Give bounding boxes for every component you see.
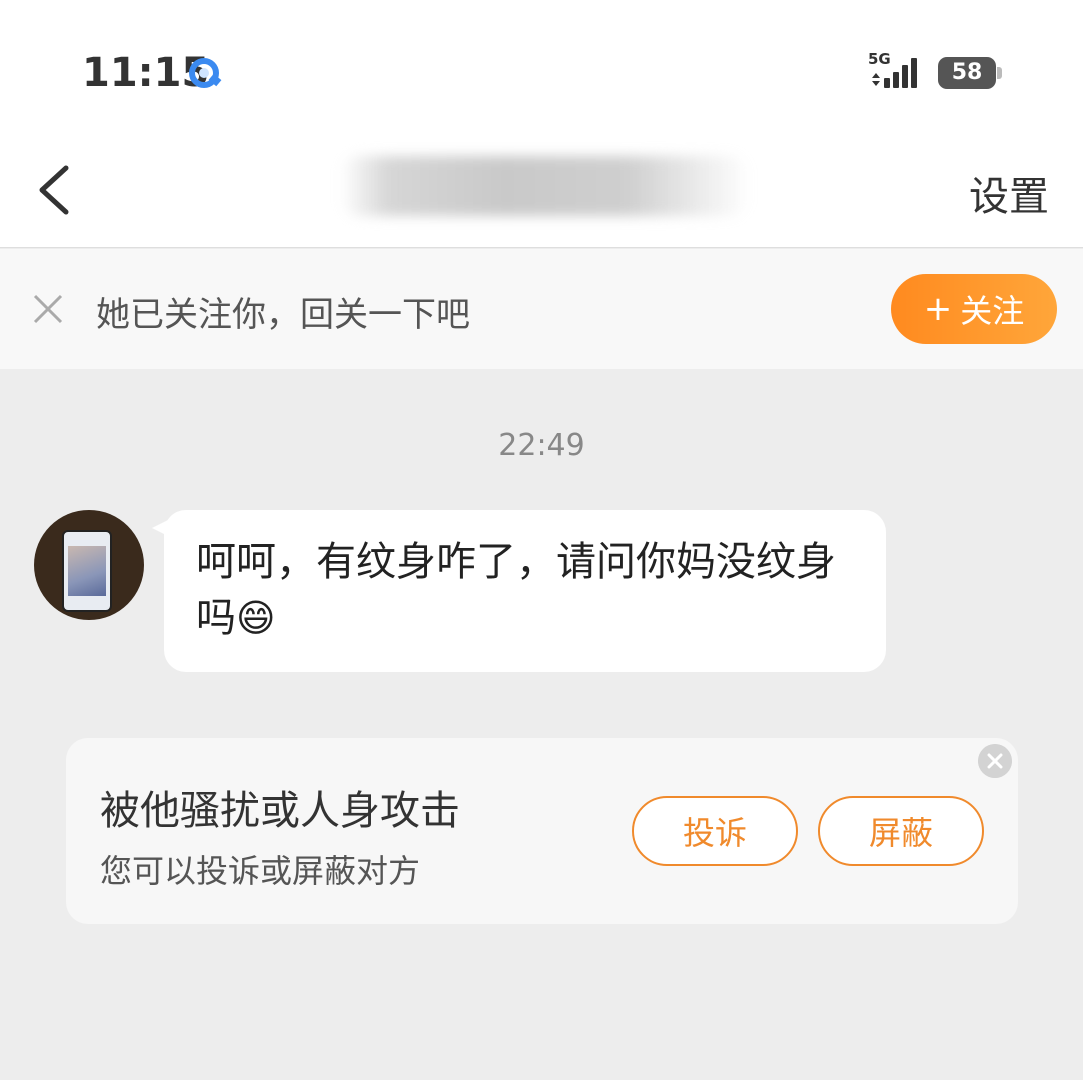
app-notification-icon	[189, 58, 222, 88]
avatar-photo	[68, 546, 106, 596]
battery-tip	[997, 67, 1002, 79]
grin-emoji-icon: 😄	[236, 596, 276, 640]
report-card-subtitle: 您可以投诉或屏蔽对方	[100, 852, 421, 890]
chat-header: 设置	[0, 140, 1083, 248]
dismiss-icon[interactable]	[978, 744, 1012, 778]
report-card-title: 被他骚扰或人身攻击	[100, 788, 460, 834]
blurred-contact-name	[340, 156, 750, 216]
settings-button[interactable]: 设置	[969, 164, 1049, 222]
close-icon[interactable]	[30, 291, 66, 327]
status-bar: 11:15 5G 58	[0, 0, 1083, 140]
block-button[interactable]: 屏蔽	[818, 796, 984, 866]
follow-back-text: 她已关注你，回关一下吧	[96, 295, 470, 335]
plus-icon: +	[923, 289, 953, 329]
follow-button[interactable]: + 关注	[891, 274, 1057, 344]
signal-strength-icon	[872, 58, 917, 88]
message-timestamp: 22:49	[498, 428, 585, 463]
follow-back-banner: 她已关注你，回关一下吧 + 关注	[0, 249, 1083, 369]
harassment-report-card: 被他骚扰或人身攻击 您可以投诉或屏蔽对方 投诉 屏蔽	[66, 738, 1018, 924]
message-text: 呵呵，有纹身咋了，请问你妈没纹身吗	[196, 539, 836, 641]
battery-level: 58	[951, 60, 983, 85]
back-arrow-icon[interactable]	[30, 160, 80, 220]
battery-icon: 58	[938, 57, 1002, 89]
report-button[interactable]: 投诉	[632, 796, 798, 866]
avatar-phone-image	[62, 530, 112, 612]
message-bubble[interactable]: 呵呵，有纹身咋了，请问你妈没纹身吗😄	[164, 510, 886, 672]
follow-button-label: 关注	[960, 292, 1025, 330]
avatar[interactable]	[34, 510, 144, 620]
